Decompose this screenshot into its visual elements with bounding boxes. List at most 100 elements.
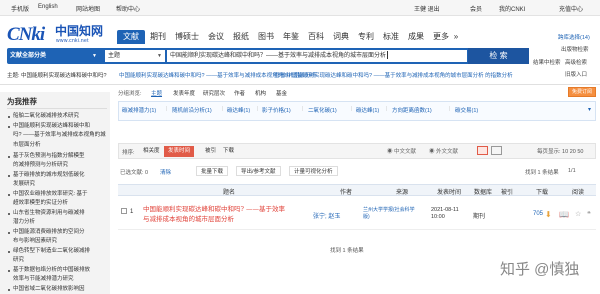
my-cnki-link[interactable]: 我的CNKI (499, 4, 525, 13)
tab-more[interactable]: 更多 (430, 30, 452, 44)
search-input[interactable]: 中国能顺利实现碳达峰和碳中和吗？——基于效率与减排成本视角的城市层面分析 (167, 50, 467, 62)
tab-standard[interactable]: 标准 (380, 30, 402, 44)
sort-download[interactable]: 下载 (219, 146, 238, 157)
row-title[interactable]: 中国能顺利实现碳达峰和碳中和吗? ——基于效率与减排成本视角的城市层面分析 (143, 204, 288, 224)
chevron-down-icon[interactable]: ▼ (92, 48, 97, 64)
user-logout[interactable]: 王健 退出 (414, 4, 440, 13)
sidebar-item-cont[interactable]: 潜力分析 (13, 218, 106, 228)
publication-search-link[interactable]: 出版物检索 (561, 45, 589, 53)
favorite-star-icon[interactable]: ☆ (575, 210, 581, 218)
th-author[interactable]: 作者 (340, 187, 352, 196)
bullet-icon (8, 125, 10, 128)
cnki-logo[interactable]: CNki 中国知网 www.cnki.net (7, 22, 107, 48)
filter-keyword[interactable]: 碳交易(1) (455, 106, 478, 114)
group-level[interactable]: 研究层次 (203, 89, 225, 97)
english-link[interactable]: English (38, 4, 58, 10)
chinese-docs-filter[interactable]: ◉ 中文文献 (387, 147, 416, 155)
detail-view-icon[interactable] (491, 146, 502, 155)
help-link[interactable]: 帮助中心 (116, 4, 140, 13)
group-org[interactable]: 机构 (255, 89, 266, 97)
cross-db-select[interactable]: 跨库选择(14) (558, 33, 590, 41)
mobile-link[interactable]: 手机版 (11, 4, 29, 13)
clear-link[interactable]: 清除 (160, 168, 171, 176)
bullet-icon (8, 231, 10, 234)
row-date: 2021-08-11 10:00 (431, 207, 459, 220)
chevron-down-icon: ▼ (157, 53, 162, 59)
tab-books[interactable]: 图书 (255, 30, 277, 44)
old-version-link[interactable]: 旧版入口 (565, 70, 587, 78)
field-select[interactable]: 主题 ▼ (105, 50, 165, 62)
filter-keyword[interactable]: 方向距离函数(1) (392, 106, 432, 114)
results-table-header: 题名 作者 来源 发表时间 数据库 被引 下载 阅读 (118, 184, 596, 196)
tab-yearbook[interactable]: 年鉴 (280, 30, 302, 44)
advanced-search-link[interactable]: 高级检索 (565, 58, 587, 66)
sidebar-item-cont[interactable]: 效率与节能减排潜力研究 (13, 275, 106, 285)
recharge-link[interactable]: 充值中心 (559, 4, 583, 13)
filter-keyword[interactable]: 碳减排潜力(1) (122, 106, 156, 114)
th-read[interactable]: 阅读 (572, 187, 584, 196)
read-book-icon[interactable]: 📖 (559, 210, 569, 219)
foreign-docs-filter[interactable]: ◉ 外文文献 (429, 147, 458, 155)
list-view-icon[interactable] (477, 146, 488, 155)
sidebar-item-cont[interactable]: 吗? ——基于效率与减排成本视角的城市层面分析 (13, 131, 106, 150)
tab-literature[interactable]: 文献 (117, 30, 145, 44)
group-fund[interactable]: 基金 (276, 89, 287, 97)
sort-relevance[interactable]: 相关度 (139, 146, 164, 157)
th-source[interactable]: 来源 (396, 187, 408, 196)
th-cited[interactable]: 被引 (501, 187, 513, 196)
free-subscribe-button[interactable]: 免费订阅 (567, 87, 596, 97)
visual-analysis-button[interactable]: 计量可视化分析 (289, 166, 338, 176)
tab-achievement[interactable]: 成果 (405, 30, 427, 44)
export-button[interactable]: 导出/参考文献 (236, 166, 281, 176)
sidebar-item-cont[interactable]: 布与影响因素研究 (13, 237, 106, 247)
sort-date[interactable]: 发表时间 (164, 146, 195, 157)
per-page[interactable]: 每页显示: 10 20 50 (537, 147, 583, 155)
scope-select[interactable]: 文献全部分类 (10, 48, 46, 64)
sitemap-link[interactable]: 网站地图 (76, 4, 100, 13)
tab-newspaper[interactable]: 报纸 (230, 30, 252, 44)
tab-journal[interactable]: 期刊 (147, 30, 169, 44)
th-title[interactable]: 题名 (223, 187, 235, 196)
table-row: 1 中国能顺利实现碳达峰和碳中和吗? ——基于效率与减排成本视角的城市层面分析 … (118, 200, 596, 230)
chevron-down-icon[interactable]: ▾ (588, 106, 591, 113)
filter-keyword[interactable]: 随机前沿分析(1) (172, 106, 212, 114)
th-date[interactable]: 发表时间 (437, 187, 461, 196)
more-arrow-icon[interactable]: » (452, 30, 460, 44)
tab-dictionary[interactable]: 词典 (330, 30, 352, 44)
batch-download-button[interactable]: 批量下载 (196, 166, 229, 176)
group-author[interactable]: 作者 (234, 89, 245, 97)
row-checkbox[interactable] (121, 208, 127, 214)
row-source[interactable]: 兰州大学学报(社会科学版) (363, 207, 415, 221)
sidebar-item[interactable]: 中国省域二氧化碳排放影响因 (8, 285, 106, 294)
row-author[interactable]: 张宁; 赵玉 (313, 211, 340, 220)
filter-keyword[interactable]: 碳达峰(1) (356, 106, 379, 114)
suggest-subject[interactable]: 主题: 中国能顺利实现碳达峰和碳中和吗? (7, 71, 107, 79)
in-result-search-link[interactable]: 结果中检索 (533, 58, 561, 66)
sidebar-item-cont[interactable]: 研究 (13, 256, 106, 266)
sort-cited[interactable]: 被引 (201, 146, 220, 157)
filter-keyword[interactable]: 影子价格(1) (262, 106, 291, 114)
tab-patent[interactable]: 专利 (355, 30, 377, 44)
group-subject[interactable]: 主题 (151, 89, 162, 97)
suggest-index[interactable]: 查看 中国能顺利实现碳达峰和碳中和吗? ——基于效率与减排成本视角的城市层面分析… (274, 71, 513, 79)
member-link[interactable]: 会员 (470, 4, 482, 13)
th-db[interactable]: 数据库 (474, 187, 492, 196)
group-year[interactable]: 发表年度 (173, 89, 195, 97)
bullet-icon (8, 288, 10, 291)
tab-encyclopedia[interactable]: 百科 (305, 30, 327, 44)
field-select-value: 主题 (108, 53, 121, 59)
row-downloads[interactable]: 705 (533, 211, 543, 217)
filter-keyword[interactable]: 二氧化碳(1) (308, 106, 337, 114)
group-label: 分组浏览: (118, 91, 142, 97)
th-download[interactable]: 下载 (536, 187, 548, 196)
sidebar-item-cont[interactable]: 的减排预测与分析研究 (13, 161, 106, 171)
sidebar-item-cont[interactable]: 超效率模型的实证分析 (13, 199, 106, 209)
bullet-icon (8, 155, 10, 158)
download-icon[interactable]: ⬇ (545, 210, 552, 219)
search-button[interactable]: 检 索 (468, 48, 529, 64)
tab-conference[interactable]: 会议 (205, 30, 227, 44)
tab-thesis[interactable]: 博硕士 (172, 30, 202, 44)
sidebar-item-cont[interactable]: 发展研究 (13, 180, 106, 190)
filter-keyword[interactable]: 碳达峰(1) (227, 106, 250, 114)
quote-icon[interactable]: ❝ (587, 210, 591, 218)
